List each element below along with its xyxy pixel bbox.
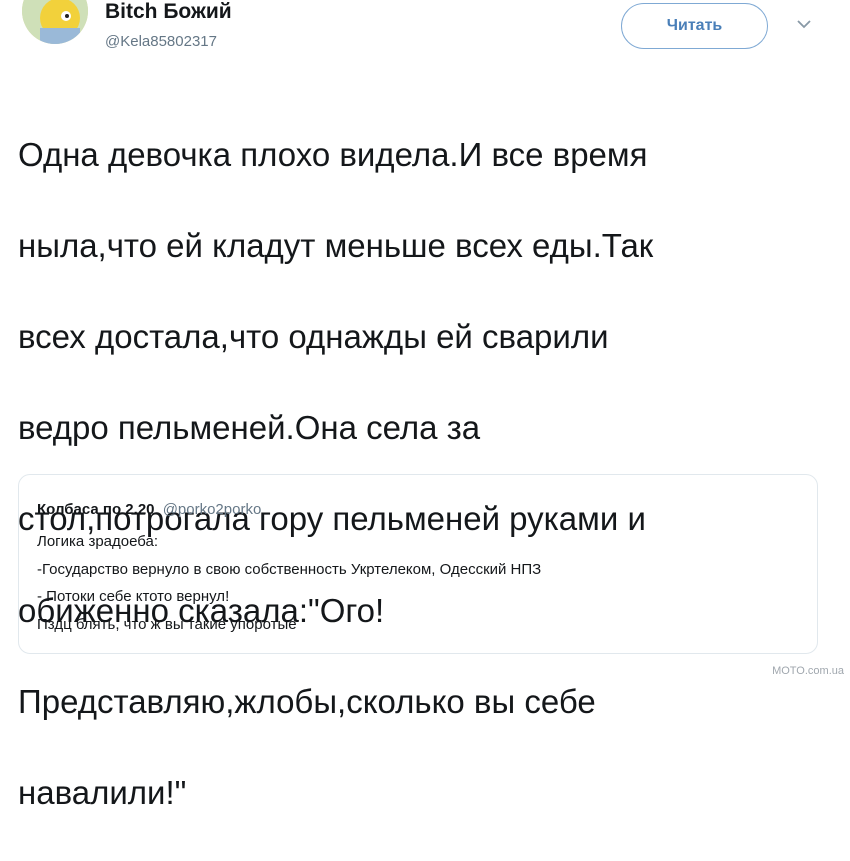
quoted-author-name: Колбаса по 2.20 xyxy=(37,501,155,518)
quoted-tweet-header: Колбаса по 2.20 @porko2porko xyxy=(37,501,799,519)
tweet-text-line: Одна девочка плохо видела.И все время xyxy=(18,135,648,173)
tweet-text-line: Представляю,жлобы,сколько вы себе xyxy=(18,682,596,720)
watermark: MOTO.com.ua xyxy=(772,665,844,677)
avatar-image xyxy=(22,0,88,44)
tweet-text-line: всех достала,что однажды ей сварили xyxy=(18,317,609,355)
author-display-name[interactable]: Bitch Божий xyxy=(105,0,232,24)
quoted-tweet-line: -Государство вернуло в свою собственност… xyxy=(37,560,542,578)
author-handle[interactable]: @Kela85802317 xyxy=(105,33,217,50)
quoted-tweet-line: Логика зрадоеба: xyxy=(37,533,159,550)
chevron-down-icon[interactable] xyxy=(796,18,812,30)
tweet-text-line: ныла,что ей кладут меньше всех еды.Так xyxy=(18,226,654,264)
quoted-author-handle: @porko2porko xyxy=(162,501,262,518)
quoted-tweet-card[interactable]: Колбаса по 2.20 @porko2porko Логика зрад… xyxy=(18,474,818,654)
tweet-text-line: навалили!" xyxy=(18,773,187,811)
follow-button[interactable]: Читать xyxy=(621,3,768,49)
tweet-text-line: ведро пельменей.Она села за xyxy=(18,409,481,447)
quoted-tweet-line: - Потоки себе ктото вернул! xyxy=(37,588,230,605)
quoted-tweet-line: Пздц блять, что ж вы такие упоротые xyxy=(37,615,297,633)
avatar[interactable] xyxy=(22,0,88,44)
